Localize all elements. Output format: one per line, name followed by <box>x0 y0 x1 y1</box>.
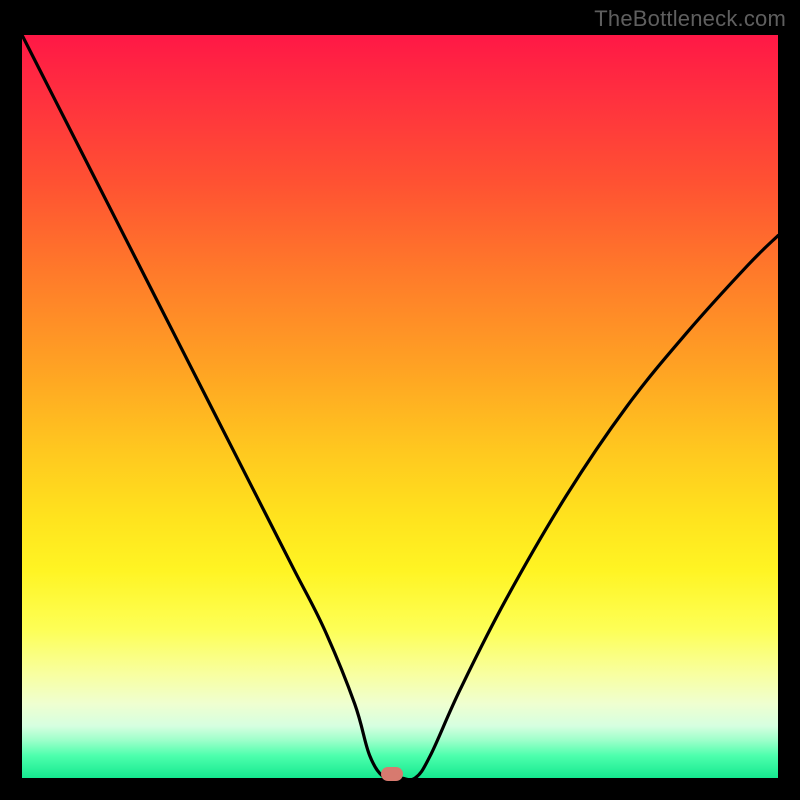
watermark-text: TheBottleneck.com <box>594 6 786 32</box>
curve-svg <box>22 35 778 778</box>
chart-frame: TheBottleneck.com <box>0 0 800 800</box>
optimum-marker <box>381 767 403 781</box>
plot-area <box>22 35 778 778</box>
bottleneck-curve <box>22 35 778 778</box>
